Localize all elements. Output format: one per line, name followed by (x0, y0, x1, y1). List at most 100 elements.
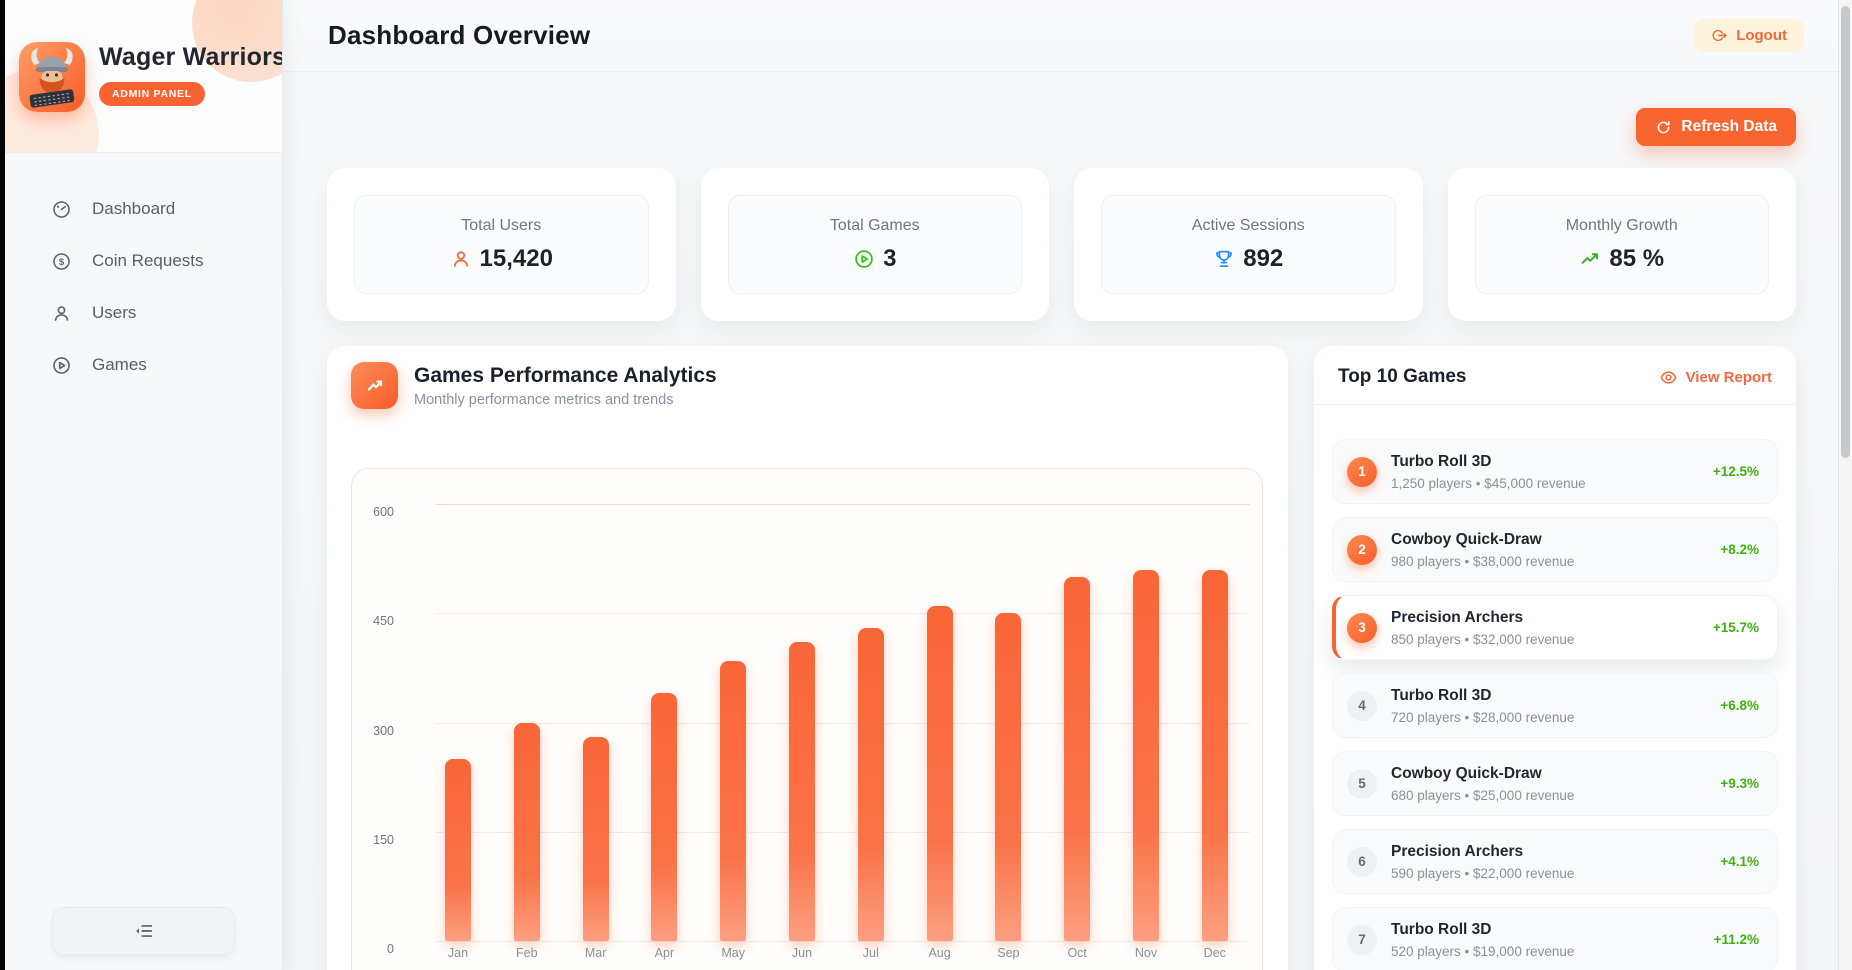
vertical-scrollbar[interactable] (1838, 0, 1852, 970)
sidebar-menu: Dashboard $Coin RequestsUsers Games (5, 153, 282, 970)
x-axis-tick: Oct (1055, 946, 1099, 960)
growth-badge: +15.7% (1713, 620, 1759, 635)
refresh-data-button[interactable]: Refresh Data (1636, 108, 1796, 146)
top-games-list: 1 Turbo Roll 3D 1,250 players • $45,000 re… (1314, 405, 1796, 970)
trophy-icon (1213, 248, 1235, 270)
game-meta: 520 players • $19,000 revenue (1391, 944, 1700, 959)
charts-row: Games Performance Analytics Monthly perf… (327, 346, 1796, 970)
trend-icon (1579, 248, 1601, 270)
game-name: Cowboy Quick-Draw (1391, 765, 1706, 783)
eye-icon (1659, 368, 1678, 387)
chart-bar (583, 737, 609, 941)
sidebar-item-coin-requests[interactable]: $Coin Requests (5, 235, 282, 287)
gridline (436, 941, 1250, 942)
scrollbar-thumb[interactable] (1841, 6, 1850, 458)
app-window: Wager Warriors ADMIN PANEL Dashboard $Coi… (0, 0, 1852, 970)
sidebar-header: Wager Warriors ADMIN PANEL (5, 0, 282, 153)
play-icon (51, 355, 72, 376)
x-axis-tick: Jan (436, 946, 480, 960)
y-axis-tick: 600 (368, 505, 394, 519)
top-games-panel: Top 10 Games View Report 1Turbo Roll (1314, 346, 1796, 970)
chart-bar (1133, 570, 1159, 942)
y-axis-tick: 0 (368, 942, 394, 956)
stat-card: Total Games3 (701, 168, 1050, 321)
sidebar-item-dashboard[interactable]: Dashboard (5, 183, 282, 235)
game-row[interactable]: 4Turbo Roll 3D720 players • $28,000 reve… (1332, 673, 1778, 738)
content: Refresh Data Total Users 15,420 Total Game… (283, 72, 1852, 970)
game-name: Precision Archers (1391, 609, 1699, 627)
sidebar-item-users[interactable]: Users (5, 287, 282, 339)
growth-badge: +6.8% (1720, 698, 1759, 713)
game-meta: 680 players • $25,000 revenue (1391, 788, 1706, 803)
x-axis-tick: Aug (918, 946, 962, 960)
y-axis-tick: 300 (368, 724, 394, 738)
chart-title: Games Performance Analytics (414, 364, 717, 388)
rank-badge: 1 (1347, 457, 1377, 487)
stat-card: Monthly Growth85 % (1448, 168, 1797, 321)
gridline (436, 504, 1250, 505)
game-name: Turbo Roll 3D (1391, 453, 1699, 471)
chart-bar (995, 613, 1021, 941)
toolbar-row: Refresh Data (327, 108, 1796, 146)
view-report-link[interactable]: View Report (1659, 368, 1772, 387)
game-row[interactable]: 1 Turbo Roll 3D 1,250 players • $45,000 re… (1332, 439, 1778, 504)
rank-badge: 4 (1347, 691, 1377, 721)
chart-bar (1202, 570, 1228, 942)
game-meta: 980 players • $38,000 revenue (1391, 554, 1706, 569)
stat-label: Total Users (461, 217, 541, 235)
game-row[interactable]: 7Turbo Roll 3D520 players • $19,000 reve… (1332, 907, 1778, 970)
chart-bar (720, 661, 746, 941)
sidebar-item-games[interactable]: Games (5, 339, 282, 391)
x-axis-tick: May (711, 946, 755, 960)
game-row[interactable]: 6Precision Archers590 players • $22,000 … (1332, 829, 1778, 894)
growth-badge: +11.2% (1714, 932, 1759, 947)
stat-value: 15,420 (450, 245, 553, 273)
gridline (436, 723, 1250, 724)
x-axis-tick: Sep (986, 946, 1030, 960)
logout-button[interactable]: Logout (1694, 19, 1804, 52)
collapse-sidebar-icon (133, 920, 155, 942)
sidebar-item-label: Dashboard (92, 199, 175, 219)
game-info: Precision Archers 850 players • $32,000 r… (1391, 609, 1699, 647)
play-icon (853, 248, 875, 270)
chart-bar (858, 628, 884, 941)
game-info: Cowboy Quick-Draw 980 players • $38,000 r… (1391, 531, 1706, 569)
stat-value: 892 (1213, 245, 1283, 273)
game-meta: 850 players • $32,000 revenue (1391, 632, 1699, 647)
sidebar-item-label: Coin Requests (92, 251, 204, 271)
gridline (436, 832, 1250, 833)
x-axis-tick: Dec (1193, 946, 1237, 960)
game-row[interactable]: 2Cowboy Quick-Draw980 players • $38,000 … (1332, 517, 1778, 582)
game-row[interactable]: 5Cowboy Quick-Draw680 players • $25,000 … (1332, 751, 1778, 816)
game-meta: 590 players • $22,000 revenue (1391, 866, 1706, 881)
user-icon (51, 303, 72, 324)
admin-panel-badge: ADMIN PANEL (99, 82, 205, 106)
stat-label: Total Games (830, 217, 920, 235)
sidebar: Wager Warriors ADMIN PANEL Dashboard $Coi… (5, 0, 283, 970)
rank-badge: 3 (1347, 613, 1377, 643)
game-info: Cowboy Quick-Draw 680 players • $25,000 r… (1391, 765, 1706, 803)
stat-number: 892 (1243, 245, 1283, 273)
logout-label: Logout (1736, 27, 1787, 44)
chart-bar (514, 723, 540, 942)
page-title: Dashboard Overview (328, 20, 590, 51)
growth-badge: +12.5% (1713, 464, 1759, 479)
chart-bar (651, 693, 677, 941)
game-row[interactable]: 3 Precision Archers 850 players • $32,000 … (1332, 595, 1778, 660)
top-games-header: Top 10 Games View Report (1314, 346, 1796, 405)
game-meta: 1,250 players • $45,000 revenue (1391, 476, 1699, 491)
game-name: Turbo Roll 3D (1391, 921, 1700, 939)
brand-block: Wager Warriors ADMIN PANEL (99, 42, 282, 152)
stat-label: Active Sessions (1192, 217, 1305, 235)
x-axis-tick: Apr (642, 946, 686, 960)
game-info: Turbo Roll 3D 520 players • $19,000 reven… (1391, 921, 1700, 959)
growth-badge: +8.2% (1720, 542, 1759, 557)
x-axis-tick: Jun (780, 946, 824, 960)
game-name: Precision Archers (1391, 843, 1706, 861)
sidebar-collapse-button[interactable] (52, 907, 235, 955)
stat-card-inner: Monthly Growth85 % (1475, 195, 1770, 294)
game-name: Cowboy Quick-Draw (1391, 531, 1706, 549)
sidebar-item-label: Games (92, 355, 147, 375)
stat-card-inner: Active Sessions 892 (1101, 195, 1396, 294)
stat-label: Monthly Growth (1566, 217, 1678, 235)
